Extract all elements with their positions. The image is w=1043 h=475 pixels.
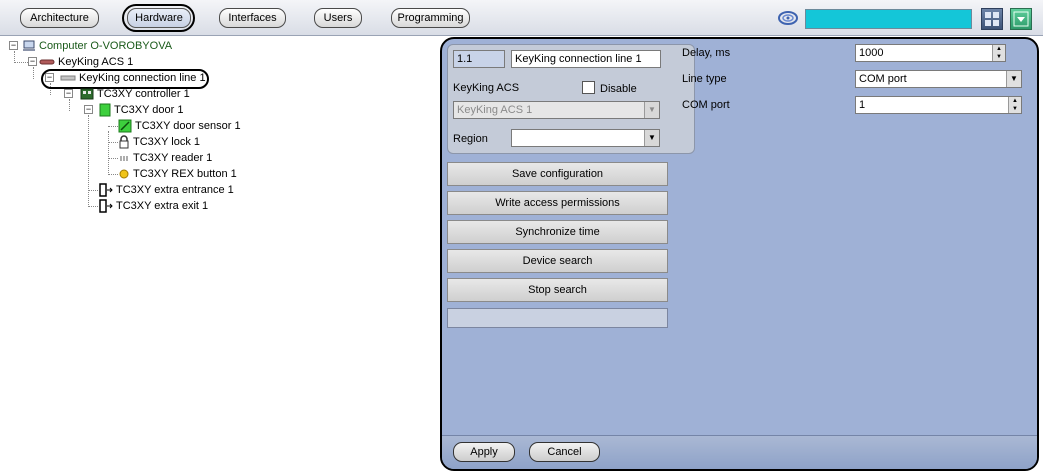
tree-item-label: TC3XY extra exit 1 [116, 200, 209, 212]
hardware-tree: − − − − − Computer O-VOROBYOVA KeyKing A… [0, 37, 438, 475]
chevron-down-icon: ▼ [644, 102, 659, 118]
tab-programming[interactable]: Programming [391, 8, 470, 28]
spinner-icon[interactable]: ▲ ▼ [1008, 97, 1021, 113]
tree-connector [108, 174, 118, 175]
tree-item-rex-button[interactable]: TC3XY REX button 1 [118, 166, 237, 182]
collapse-toggle[interactable]: − [9, 41, 18, 50]
acs-icon [39, 59, 55, 65]
delay-label: Delay, ms [682, 47, 731, 59]
line-type-value: COM port [859, 73, 907, 85]
top-tab-bar: Architecture Hardware Interfaces Users P… [0, 0, 1043, 36]
object-name-field[interactable]: KeyKing connection line 1 [511, 50, 661, 68]
disable-checkbox[interactable] [582, 81, 595, 94]
delay-field[interactable]: 1000 ▲ ▼ [855, 44, 1006, 62]
tree-connector [88, 190, 98, 191]
parent-select: KeyKing ACS 1 ▼ [453, 101, 660, 119]
collapse-toggle[interactable]: − [28, 57, 37, 66]
hardware-tab-highlight [122, 4, 195, 32]
door-sensor-icon [118, 119, 132, 133]
tree-connector [33, 67, 34, 79]
chevron-down-icon: ▼ [1006, 71, 1021, 87]
tree-item-keyking-acs[interactable]: KeyKing ACS 1 [39, 54, 133, 70]
tree-item-label: TC3XY lock 1 [133, 136, 201, 148]
cancel-button[interactable]: Cancel [529, 442, 600, 462]
tree-item-label: TC3XY REX button 1 [133, 168, 237, 180]
exit-icon [99, 199, 113, 213]
computer-icon [23, 40, 35, 52]
lock-icon [119, 135, 129, 149]
tree-connector [14, 62, 28, 63]
parent-label: KeyKing ACS [453, 82, 520, 94]
tree-item-computer[interactable]: Computer O-VOROBYOVA [22, 38, 172, 54]
tree-connector [108, 126, 118, 127]
com-port-label: COM port [682, 99, 730, 111]
disable-label: Disable [600, 83, 637, 95]
layout-grid-button[interactable] [981, 8, 1003, 30]
tree-connector [108, 131, 109, 175]
region-select[interactable]: ▼ [511, 129, 660, 147]
status-bar [805, 9, 972, 29]
tree-item-door-sensor[interactable]: TC3XY door sensor 1 [118, 118, 241, 134]
chevron-down-icon [1013, 11, 1029, 27]
apply-button[interactable]: Apply [453, 442, 515, 462]
tree-connector [108, 158, 118, 159]
object-settings-group: 1.1 KeyKing connection line 1 KeyKing AC… [447, 44, 695, 154]
region-label: Region [453, 133, 488, 145]
device-search-button[interactable]: Device search [447, 249, 668, 273]
reader-icon [120, 156, 128, 162]
object-id-field[interactable]: 1.1 [453, 50, 505, 68]
tab-architecture[interactable]: Architecture [20, 8, 99, 28]
tab-interfaces[interactable]: Interfaces [219, 8, 286, 28]
tree-item-controller[interactable]: TC3XY controller 1 [80, 86, 190, 102]
settings-panel: 1.1 KeyKing connection line 1 KeyKing AC… [440, 37, 1039, 471]
tree-item-label: Computer O-VOROBYOVA [39, 40, 173, 52]
tree-connector [88, 206, 98, 207]
line-type-select[interactable]: COM port ▼ [855, 70, 1022, 88]
tree-item-label: TC3XY door sensor 1 [135, 120, 241, 132]
stop-search-button[interactable]: Stop search [447, 278, 668, 302]
door-icon [99, 103, 111, 117]
delay-value: 1000 [859, 47, 884, 59]
menu-dropdown-button[interactable] [1010, 8, 1032, 30]
tree-item-extra-exit[interactable]: TC3XY extra exit 1 [99, 198, 208, 214]
tree-item-label: TC3XY extra entrance 1 [116, 184, 234, 196]
spinner-icon[interactable]: ▲ ▼ [992, 45, 1005, 61]
save-configuration-button[interactable]: Save configuration [447, 162, 668, 186]
chevron-down-icon: ▼ [644, 130, 659, 146]
synchronize-time-button[interactable]: Synchronize time [447, 220, 668, 244]
connection-status-icon [778, 11, 798, 25]
tree-connector [108, 142, 118, 143]
write-access-permissions-button[interactable]: Write access permissions [447, 191, 668, 215]
tree-item-lock[interactable]: TC3XY lock 1 [118, 134, 200, 150]
com-port-field[interactable]: 1 ▲ ▼ [855, 96, 1022, 114]
line-type-label: Line type [682, 73, 727, 85]
panel-footer: Apply Cancel [442, 435, 1037, 469]
tree-item-door[interactable]: TC3XY door 1 [99, 102, 184, 118]
grid-icon [985, 12, 999, 26]
rex-button-icon [119, 169, 129, 179]
tree-connector [69, 99, 70, 111]
search-progress-bar [447, 308, 668, 328]
controller-icon [80, 88, 94, 100]
entrance-icon [99, 183, 113, 197]
tree-item-label: TC3XY reader 1 [133, 152, 213, 164]
com-port-value: 1 [859, 99, 866, 111]
tree-item-label: TC3XY controller 1 [97, 88, 190, 100]
tree-item-extra-entrance[interactable]: TC3XY extra entrance 1 [99, 182, 234, 198]
collapse-toggle[interactable]: − [64, 89, 73, 98]
tree-item-label: TC3XY door 1 [114, 104, 184, 116]
tree-connector [88, 115, 89, 207]
tab-users[interactable]: Users [314, 8, 362, 28]
tree-item-reader[interactable]: TC3XY reader 1 [118, 150, 212, 166]
collapse-toggle[interactable]: − [84, 105, 93, 114]
parent-select-value: KeyKing ACS 1 [457, 104, 533, 116]
tree-item-label: KeyKing ACS 1 [58, 56, 134, 68]
